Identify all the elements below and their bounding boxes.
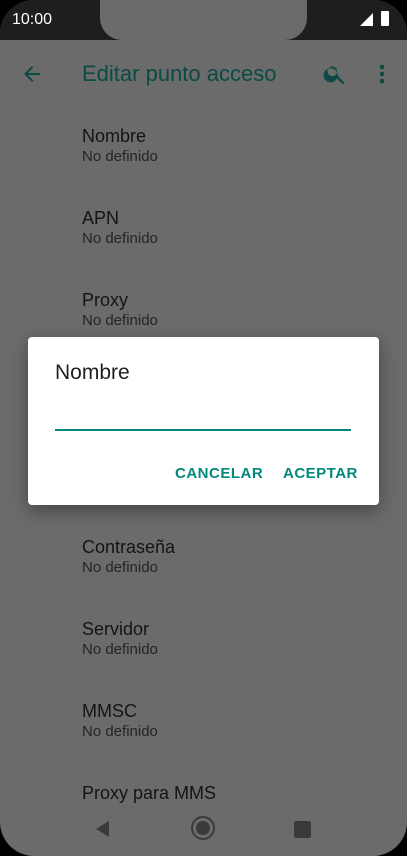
- navigation-bar: [0, 800, 407, 856]
- name-dialog: Nombre CANCELAR ACEPTAR: [28, 337, 379, 505]
- list-item-mmsc[interactable]: MMSC No definido: [82, 700, 382, 742]
- more-vert-icon[interactable]: [372, 62, 392, 86]
- list-item-servidor[interactable]: Servidor No definido: [82, 618, 382, 660]
- list-item-title: Servidor: [82, 619, 150, 639]
- list-item-apn[interactable]: APN No definido: [82, 207, 382, 249]
- dialog-title: Nombre: [55, 361, 130, 384]
- list-item-value: No definido: [82, 559, 158, 576]
- list-item-title: MMSC: [82, 701, 137, 721]
- list-item-title: Nombre: [82, 126, 147, 146]
- app-bar: Editar punto acceso: [0, 40, 407, 106]
- accept-button[interactable]: ACEPTAR: [283, 465, 358, 482]
- list-item-title: Proxy: [82, 290, 129, 310]
- cancel-button[interactable]: CANCELAR: [175, 465, 263, 482]
- list-item-nombre[interactable]: Nombre No definido: [82, 125, 382, 167]
- page-title: Editar punto acceso: [82, 61, 277, 86]
- status-time: 10:00: [12, 11, 53, 28]
- status-bar: 10:00: [0, 0, 407, 40]
- list-item-contrasena[interactable]: Contraseña No definido: [82, 536, 382, 578]
- list-item-value: No definido: [82, 148, 158, 165]
- signal-icon: [360, 13, 373, 26]
- battery-icon: [381, 11, 389, 26]
- list-item-value: No definido: [82, 723, 158, 740]
- list-item-proxy[interactable]: Proxy No definido: [82, 289, 382, 331]
- list-item-value: No definido: [82, 230, 158, 247]
- list-item-value: No definido: [82, 641, 158, 658]
- nav-back-icon[interactable]: [96, 821, 109, 837]
- search-icon[interactable]: [322, 61, 348, 87]
- list-item-value: No definido: [82, 312, 158, 329]
- nav-recents-icon[interactable]: [294, 821, 311, 838]
- name-input[interactable]: [55, 399, 351, 431]
- camera-notch: [100, 0, 307, 40]
- arrow-left-icon[interactable]: [20, 62, 44, 86]
- list-item-title: Contraseña: [82, 537, 176, 557]
- nav-home-icon[interactable]: [191, 816, 215, 840]
- list-item-title: APN: [82, 208, 120, 228]
- phone-screen: 10:00 Editar punto acceso Nombre No defi…: [0, 0, 407, 856]
